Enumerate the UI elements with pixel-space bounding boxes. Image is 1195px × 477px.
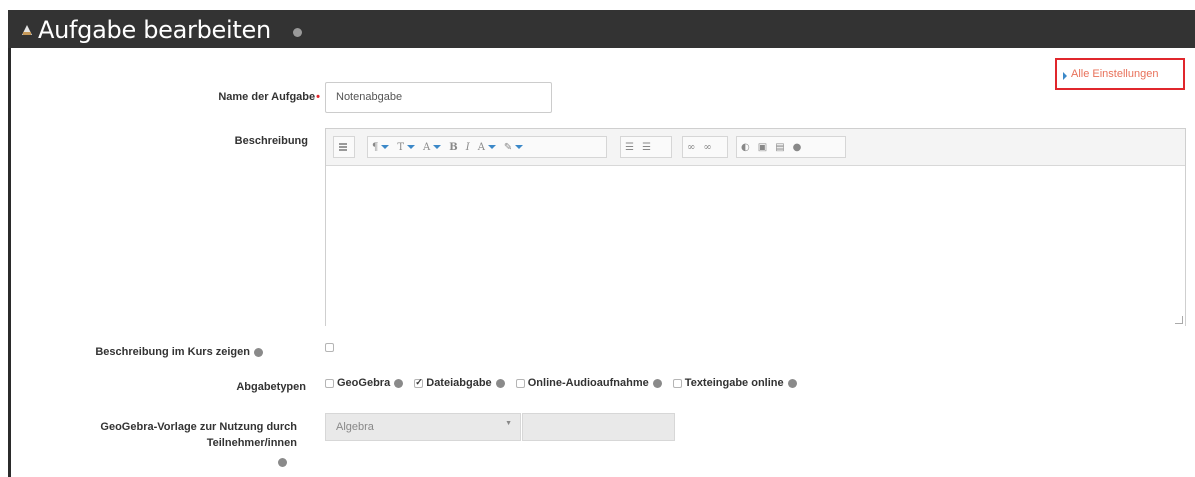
show-description-label: Beschreibung im Kurs zeigen [95, 346, 263, 358]
option-geogebra[interactable]: GeoGebra [325, 377, 404, 389]
help-icon[interactable] [394, 378, 404, 388]
description-editor[interactable]: ¶ T A B I A ✎ ☰ ☰ ∞ ∞ ◐ ▣ ▤ ● [325, 128, 1186, 326]
help-icon[interactable] [495, 378, 505, 388]
name-input[interactable]: Notenabgabe [325, 82, 552, 113]
toolbar-group-3: ☰ ☰ [620, 136, 672, 158]
geogebra-label: GeoGebra [337, 377, 391, 389]
name-label: Name der Aufgabe• [218, 91, 320, 103]
numbered-list-icon[interactable]: ☰ [638, 137, 655, 157]
dateiabgabe-checkbox[interactable] [414, 377, 424, 388]
bullet-list-icon[interactable]: ☰ [621, 137, 638, 157]
editor-content-area[interactable] [326, 166, 1185, 326]
highlight-color-icon[interactable]: ✎ [500, 137, 527, 157]
image-icon[interactable]: ◐ [737, 137, 754, 157]
assignment-icon [22, 25, 32, 35]
expand-all-link[interactable]: Alle Einstellungen [1055, 58, 1185, 90]
bold-icon[interactable]: B [445, 137, 461, 157]
font-color-icon[interactable]: A [474, 137, 500, 157]
font-size-icon[interactable]: A [419, 137, 445, 157]
unlink-icon[interactable]: ∞ [699, 137, 715, 157]
show-description-label-text: Beschreibung im Kurs zeigen [95, 346, 250, 358]
help-icon[interactable] [293, 28, 302, 37]
text-online-label: Texteingabe online [684, 377, 784, 389]
text-online-checkbox[interactable] [672, 378, 682, 388]
dateiabgabe-label: Dateiabgabe [426, 377, 492, 389]
font-style-icon[interactable]: T [393, 137, 419, 157]
toggle-toolbar-icon[interactable] [334, 137, 352, 157]
editor-toolbar: ¶ T A B I A ✎ ☰ ☰ ∞ ∞ ◐ ▣ ▤ ● [326, 129, 1185, 166]
media-icon[interactable]: ▣ [754, 137, 771, 157]
resize-handle-icon[interactable] [1175, 316, 1183, 324]
required-marker: • [316, 91, 320, 103]
geogebra-template-select[interactable]: Algebra ▼ [325, 413, 521, 441]
submission-types-options: GeoGebra Dateiabgabe Online-Audioaufnahm… [325, 377, 805, 389]
dropdown-arrow-icon: ▼ [505, 420, 512, 427]
link-icon[interactable]: ∞ [683, 137, 699, 157]
toolbar-group-5: ◐ ▣ ▤ ● [736, 136, 846, 158]
description-label: Beschreibung [234, 135, 308, 147]
geogebra-template-field[interactable] [522, 413, 675, 441]
toolbar-group-2: ¶ T A B I A ✎ [367, 136, 607, 158]
page-title: Aufgabe bearbeiten [38, 16, 271, 44]
show-description-checkbox[interactable] [325, 343, 334, 352]
expand-triangle-icon [1063, 72, 1067, 80]
paragraph-style-icon[interactable]: ¶ [368, 137, 393, 157]
expand-all-label: Alle Einstellungen [1071, 68, 1159, 80]
page-header: Aufgabe bearbeiten [8, 10, 1195, 48]
toolbar-group-4: ∞ ∞ [682, 136, 728, 158]
online-audio-checkbox[interactable] [515, 378, 525, 388]
help-icon[interactable] [652, 378, 662, 388]
italic-icon[interactable]: I [462, 137, 474, 157]
toolbar-group-1 [333, 136, 355, 158]
geogebra-template-selected: Algebra [336, 421, 374, 433]
record-audio-icon[interactable]: ● [789, 137, 806, 157]
option-online-audio[interactable]: Online-Audioaufnahme [515, 377, 662, 389]
geogebra-template-label-line2: Teilnehmer/innen [206, 437, 297, 449]
help-icon[interactable] [278, 458, 287, 467]
option-text-online[interactable]: Texteingabe online [672, 377, 797, 389]
name-label-text: Name der Aufgabe [218, 91, 316, 103]
online-audio-label: Online-Audioaufnahme [527, 377, 649, 389]
option-dateiabgabe[interactable]: Dateiabgabe [414, 377, 505, 389]
geogebra-template-label-line1: GeoGebra-Vorlage zur Nutzung durch [100, 421, 297, 433]
file-icon[interactable]: ▤ [771, 137, 788, 157]
submission-types-label: Abgabetypen [236, 381, 306, 393]
help-icon[interactable] [254, 347, 263, 357]
geogebra-checkbox[interactable] [325, 378, 334, 388]
help-icon[interactable] [787, 378, 797, 388]
